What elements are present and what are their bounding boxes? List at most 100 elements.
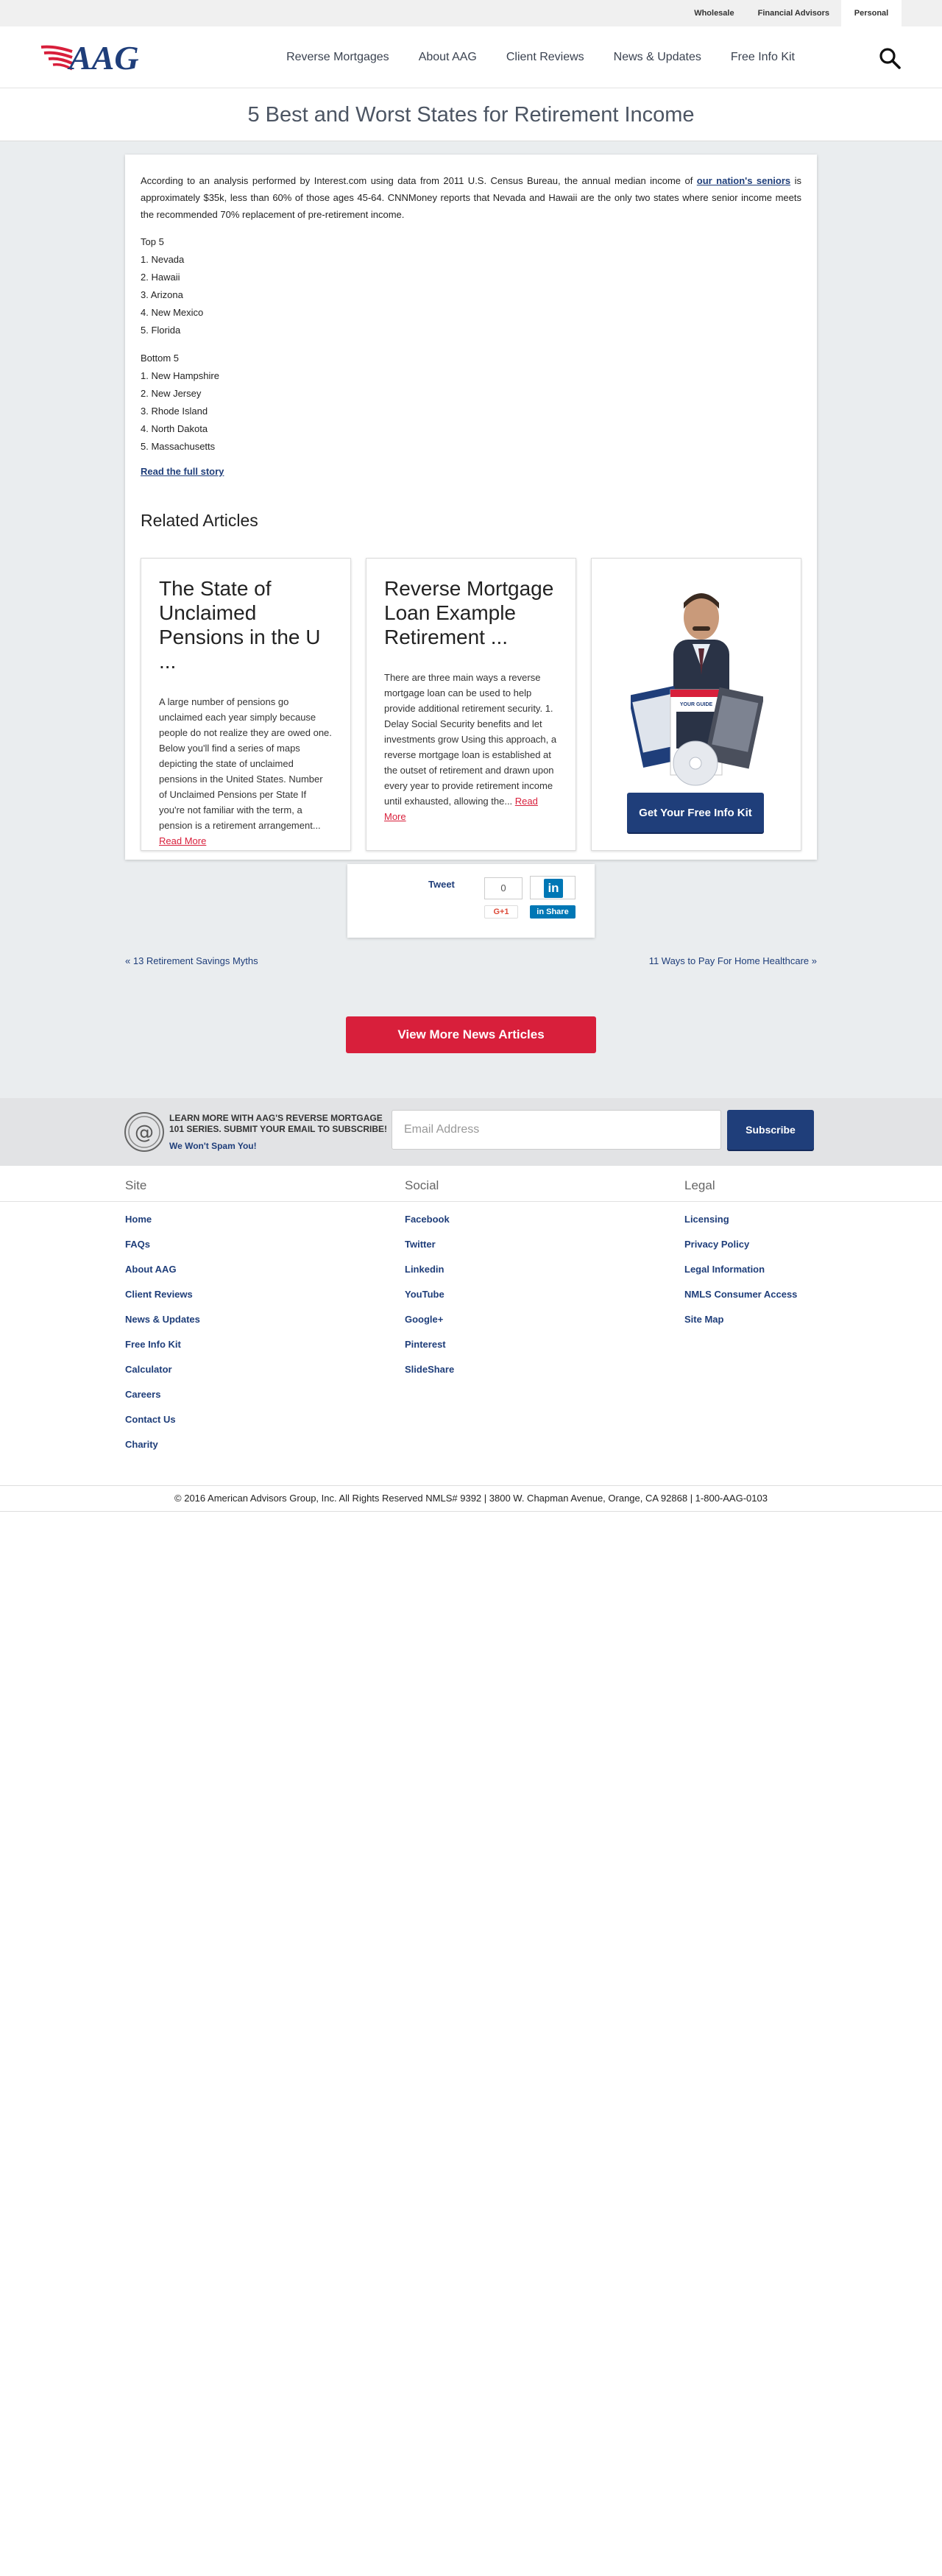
footer-link-slideshare[interactable]: SlideShare	[405, 1357, 626, 1382]
footer-heading-site: Site	[125, 1178, 147, 1192]
nav-about-aag[interactable]: About AAG	[404, 51, 492, 64]
main-content: According to an analysis performed by In…	[0, 141, 942, 1098]
list-item: 1. New Hampshire	[141, 370, 219, 381]
previous-post-link[interactable]: « 13 Retirement Savings Myths	[125, 955, 258, 966]
top-5-heading: Top 5	[141, 236, 164, 247]
subscribe-button[interactable]: Subscribe	[727, 1110, 814, 1150]
list-item: 1. Nevada	[141, 254, 185, 265]
linkedin-share-button[interactable]: in Share	[530, 905, 576, 919]
share-count: 0	[484, 877, 523, 899]
footer-link-careers[interactable]: Careers	[125, 1382, 346, 1407]
google-plus-button[interactable]: G+1	[484, 905, 518, 919]
bottom-5-list: Bottom 5 1. New Hampshire 2. New Jersey …	[141, 350, 801, 456]
email-at-icon: @	[124, 1112, 164, 1152]
related-card-title[interactable]: The State of Unclaimed Pensions in the U…	[159, 576, 333, 673]
footer-link-faqs[interactable]: FAQs	[125, 1232, 346, 1257]
list-item: 2. Hawaii	[141, 272, 180, 283]
excerpt-text: There are three main ways a reverse mort…	[384, 672, 557, 807]
site-header: AAG Reverse Mortgages About AAG Client R…	[0, 26, 942, 88]
related-card-excerpt: There are three main ways a reverse mort…	[384, 670, 558, 824]
footer-link-facebook[interactable]: Facebook	[405, 1207, 626, 1232]
post-pager: « 13 Retirement Savings Myths 11 Ways to…	[125, 955, 817, 970]
tweet-button[interactable]: Tweet	[428, 879, 455, 890]
article-intro: According to an analysis performed by In…	[141, 172, 801, 223]
article-card: According to an analysis performed by In…	[125, 155, 817, 860]
list-item: 2. New Jersey	[141, 388, 202, 399]
next-post-link[interactable]: 11 Ways to Pay For Home Healthcare »	[649, 955, 817, 966]
related-card-title[interactable]: Reverse Mortgage Loan Example Retirement…	[384, 576, 558, 649]
no-spam-text: We Won't Spam You!	[169, 1141, 257, 1151]
nav-reverse-mortgages[interactable]: Reverse Mortgages	[272, 51, 404, 64]
nav-client-reviews[interactable]: Client Reviews	[492, 51, 599, 64]
nav-news-updates[interactable]: News & Updates	[599, 51, 716, 64]
linkedin-logo-box: in	[530, 876, 576, 899]
intro-text-a: According to an analysis performed by In…	[141, 175, 697, 186]
get-free-info-kit-button[interactable]: Get Your Free Info Kit	[627, 793, 764, 832]
footer-column-social: Social Facebook Twitter Linkedin YouTube…	[405, 1176, 626, 1382]
newsletter-text: LEARN MORE WITH AAG'S REVERSE MORTGAGE 1…	[169, 1113, 388, 1134]
footer-link-client-reviews[interactable]: Client Reviews	[125, 1282, 346, 1307]
email-address-input[interactable]	[392, 1110, 721, 1150]
related-card-excerpt: A large number of pensions go unclaimed …	[159, 694, 333, 849]
title-band: 5 Best and Worst States for Retirement I…	[0, 88, 942, 141]
related-card-unclaimed-pensions[interactable]: The State of Unclaimed Pensions in the U…	[141, 558, 351, 851]
footer-link-linkedin[interactable]: Linkedin	[405, 1257, 626, 1282]
view-more-news-button[interactable]: View More News Articles	[346, 1016, 596, 1053]
footer-link-home[interactable]: Home	[125, 1207, 346, 1232]
aag-logo[interactable]: AAG	[40, 38, 169, 74]
footer-heading-legal: Legal	[684, 1178, 715, 1192]
main-nav: Reverse Mortgages About AAG Client Revie…	[272, 26, 810, 88]
footer-column-site: Site Home FAQs About AAG Client Reviews …	[125, 1176, 346, 1457]
footer-link-twitter[interactable]: Twitter	[405, 1232, 626, 1257]
share-box: Tweet 0 G+1 in in Share	[347, 864, 595, 938]
footer-link-news-updates[interactable]: News & Updates	[125, 1307, 346, 1332]
info-kit-image: YOUR GUIDE	[631, 593, 763, 786]
list-item: 3. Arizona	[141, 289, 183, 300]
bottom-5-heading: Bottom 5	[141, 353, 180, 364]
related-articles-row: The State of Unclaimed Pensions in the U…	[141, 558, 801, 854]
utility-nav: Wholesale Financial Advisors Personal	[0, 0, 942, 26]
footer-link-about-aag[interactable]: About AAG	[125, 1257, 346, 1282]
footer-link-privacy-policy[interactable]: Privacy Policy	[684, 1232, 905, 1257]
copyright-bar: © 2016 American Advisors Group, Inc. All…	[0, 1485, 942, 1512]
excerpt-text: A large number of pensions go unclaimed …	[159, 696, 332, 831]
footer-link-youtube[interactable]: YouTube	[405, 1282, 626, 1307]
nav-free-info-kit[interactable]: Free Info Kit	[716, 51, 810, 64]
footer-link-pinterest[interactable]: Pinterest	[405, 1332, 626, 1357]
utility-link-personal[interactable]: Personal	[841, 0, 902, 26]
list-item: 5. Florida	[141, 325, 181, 336]
footer-link-charity[interactable]: Charity	[125, 1432, 346, 1457]
footer-link-nmls-consumer-access[interactable]: NMLS Consumer Access	[684, 1282, 905, 1307]
linkedin-icon: in	[544, 879, 563, 898]
footer-column-legal: Legal Licensing Privacy Policy Legal Inf…	[684, 1176, 905, 1332]
footer-heading-social: Social	[405, 1178, 439, 1192]
newsletter-bar: @ LEARN MORE WITH AAG'S REVERSE MORTGAGE…	[0, 1098, 942, 1166]
svg-text:@: @	[135, 1122, 154, 1144]
read-more-link[interactable]: Read More	[159, 835, 206, 846]
free-info-kit-card: YOUR GUIDE Get Your Free Info Kit	[591, 558, 801, 851]
top-5-list: Top 5 1. Nevada 2. Hawaii 3. Arizona 4. …	[141, 233, 801, 339]
seniors-link[interactable]: our nation's seniors	[697, 175, 790, 186]
utility-link-financial-advisors[interactable]: Financial Advisors	[746, 0, 841, 26]
page-title: 5 Best and Worst States for Retirement I…	[247, 103, 695, 127]
list-item: 5. Massachusetts	[141, 441, 216, 452]
list-item: 3. Rhode Island	[141, 406, 208, 417]
footer-link-licensing[interactable]: Licensing	[684, 1207, 905, 1232]
linkedin-share-label: Share	[546, 907, 569, 916]
list-item: 4. North Dakota	[141, 423, 208, 434]
related-card-reverse-mortgage-example[interactable]: Reverse Mortgage Loan Example Retirement…	[366, 558, 576, 851]
footer-link-calculator[interactable]: Calculator	[125, 1357, 346, 1382]
footer-link-site-map[interactable]: Site Map	[684, 1307, 905, 1332]
kit-box-label: YOUR GUIDE	[680, 702, 713, 707]
logo-text: AAG	[67, 39, 139, 74]
related-articles-heading: Related Articles	[141, 511, 258, 530]
footer-link-contact-us[interactable]: Contact Us	[125, 1407, 346, 1432]
list-item: 4. New Mexico	[141, 307, 204, 318]
utility-link-wholesale[interactable]: Wholesale	[682, 0, 746, 26]
footer-link-free-info-kit[interactable]: Free Info Kit	[125, 1332, 346, 1357]
footer-link-legal-information[interactable]: Legal Information	[684, 1257, 905, 1282]
footer-link-google-plus[interactable]: Google+	[405, 1307, 626, 1332]
read-full-story-link[interactable]: Read the full story	[141, 466, 801, 477]
search-icon[interactable]	[879, 47, 901, 69]
site-footer: Site Home FAQs About AAG Client Reviews …	[0, 1166, 942, 1497]
